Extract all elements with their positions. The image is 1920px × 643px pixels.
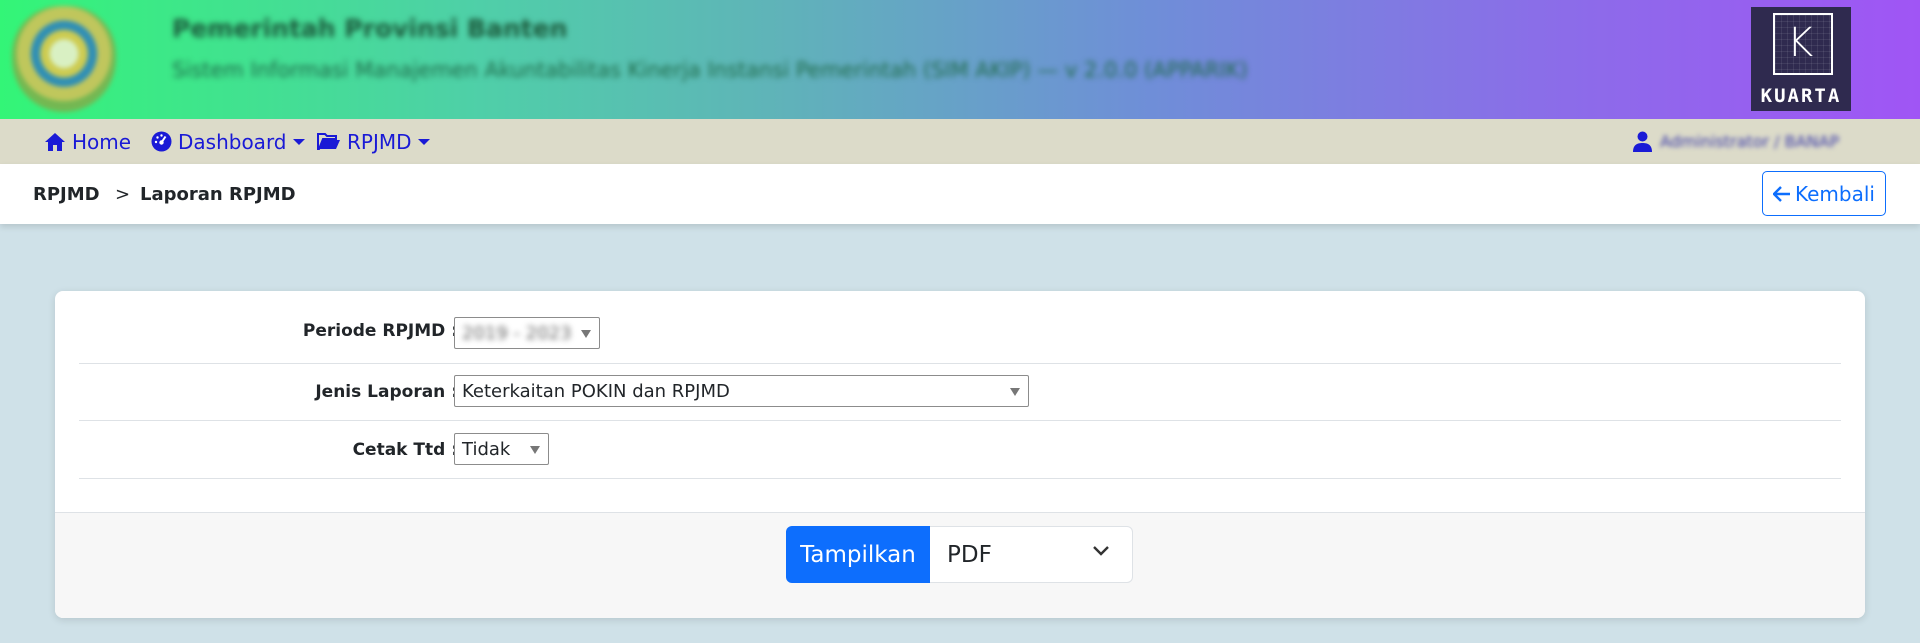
dropdown-arrow-icon [581, 330, 591, 338]
nav-home[interactable]: Home [44, 119, 131, 164]
report-card: Periode RPJMD : 2019 - 2023 Jenis Lapora… [55, 291, 1865, 618]
card-footer: Tampilkan PDF [55, 512, 1865, 618]
nav-rpjmd[interactable]: RPJMD [317, 119, 430, 164]
kuarta-logo: K KUARTA [1751, 7, 1851, 111]
header-banner: Pemerintah Provinsi Banten Sistem Inform… [0, 0, 1920, 119]
form-row-periode: Periode RPJMD : 2019 - 2023 [79, 299, 1841, 364]
folder-open-icon [317, 133, 340, 150]
periode-label: Periode RPJMD : [302, 321, 458, 341]
org-subtitle: Sistem Informasi Manajemen Akuntabilitas… [172, 58, 1248, 82]
form-row-cetak: Cetak Ttd : Tidak [79, 421, 1841, 479]
breadcrumb-root[interactable]: RPJMD [33, 164, 100, 224]
action-group: Tampilkan PDF [786, 526, 1133, 583]
jenis-laporan-select[interactable]: Keterkaitan POKIN dan RPJMD [454, 375, 1029, 407]
cetak-ttd-value: Tidak [462, 438, 511, 460]
nav-home-label: Home [72, 129, 132, 154]
jenis-label: Jenis Laporan : [315, 381, 458, 402]
format-select[interactable]: PDF [930, 526, 1133, 583]
cetak-label: Cetak Ttd : [352, 439, 458, 460]
chevron-down-icon [1093, 546, 1109, 556]
nav-dashboard[interactable]: Dashboard [151, 119, 305, 164]
form-row-jenis: Jenis Laporan : Keterkaitan POKIN dan RP… [79, 363, 1841, 421]
periode-select[interactable]: 2019 - 2023 [454, 317, 600, 349]
dropdown-arrow-icon [1010, 388, 1020, 396]
dashboard-icon [151, 131, 172, 152]
jenis-laporan-value: Keterkaitan POKIN dan RPJMD [462, 380, 730, 402]
user-menu[interactable]: Administrator / BANAP [1633, 119, 1839, 164]
kuarta-mark-icon: K [1773, 13, 1833, 75]
breadcrumb: RPJMD > Laporan RPJMD Kembali [0, 164, 1920, 224]
kuarta-logo-text: KUARTA [1760, 85, 1842, 107]
dropdown-arrow-icon [530, 446, 540, 454]
format-value: PDF [947, 541, 992, 568]
back-button[interactable]: Kembali [1762, 171, 1886, 216]
user-name: Administrator / BANAP [1660, 132, 1840, 151]
breadcrumb-current: Laporan RPJMD [140, 183, 296, 205]
tampilkan-button[interactable]: Tampilkan [786, 526, 930, 583]
chevron-down-icon [292, 138, 305, 145]
arrow-left-icon [1773, 185, 1790, 202]
home-icon [45, 132, 65, 151]
user-icon [1633, 131, 1652, 152]
breadcrumb-separator: > [115, 183, 131, 205]
main-navbar: Home Dashboard RPJMD Administrator / BAN… [0, 119, 1920, 164]
cetak-ttd-select[interactable]: Tidak [454, 433, 549, 465]
chevron-down-icon [417, 138, 430, 145]
kuarta-mark-letter: K [1787, 20, 1814, 66]
org-title: Pemerintah Provinsi Banten [172, 14, 568, 43]
back-button-label: Kembali [1795, 181, 1875, 206]
periode-value: 2019 - 2023 [462, 322, 572, 344]
province-logo [12, 6, 116, 112]
nav-dashboard-label: Dashboard [178, 129, 287, 154]
nav-rpjmd-label: RPJMD [347, 129, 412, 154]
